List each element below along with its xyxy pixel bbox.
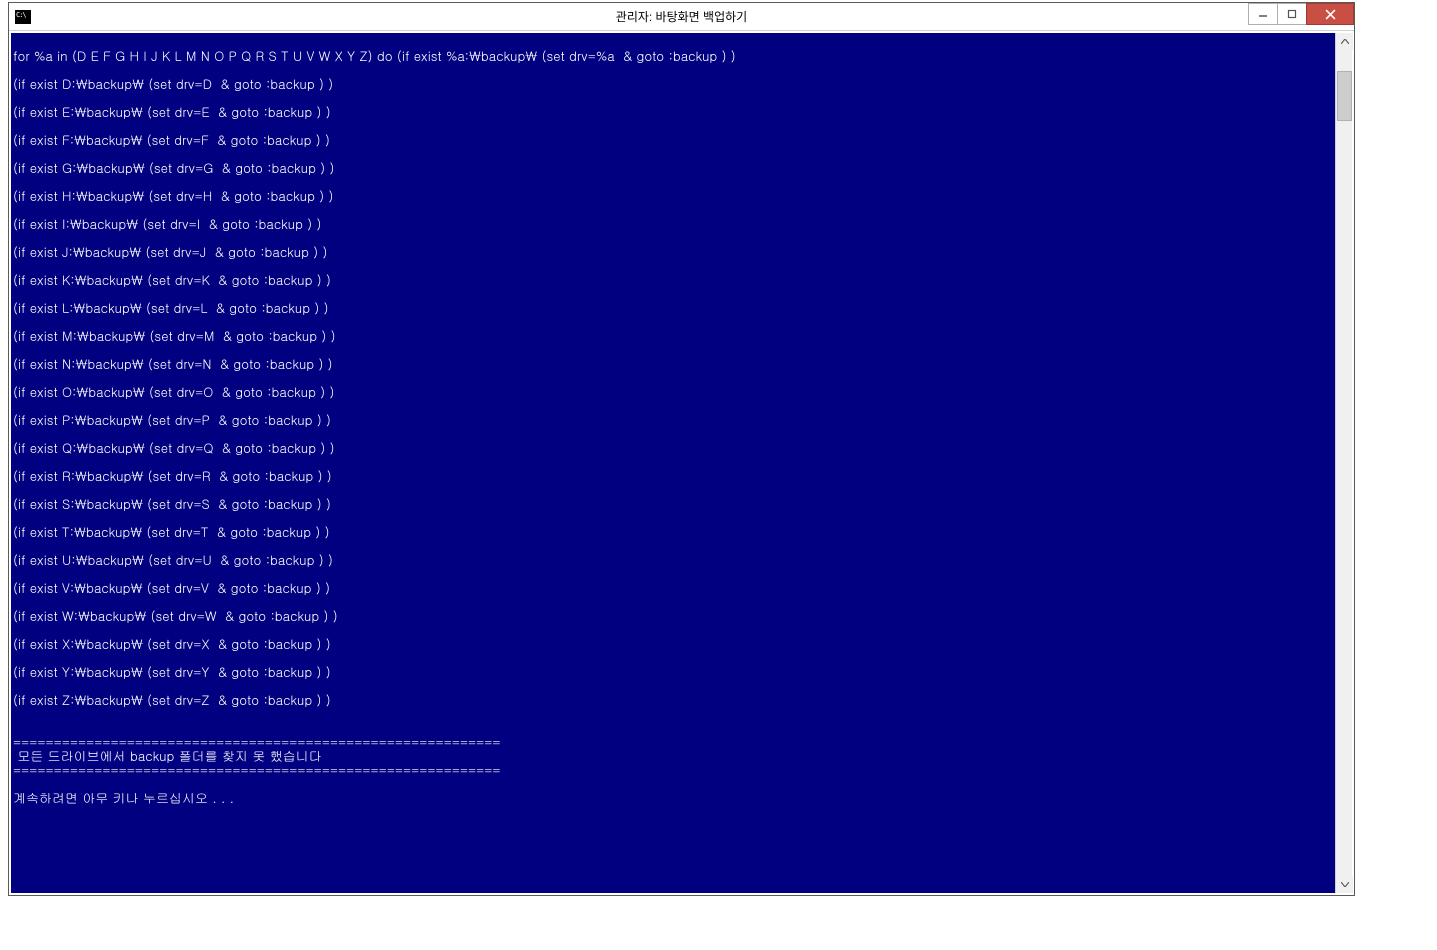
console-line: (if exist I:\backup\ (set drv=I & goto :… bbox=[13, 217, 1333, 231]
console-line: (if exist W:\backup\ (set drv=W & goto :… bbox=[13, 609, 1333, 623]
console-line: (if exist O:\backup\ (set drv=O & goto :… bbox=[13, 385, 1333, 399]
console-line: (if exist N:\backup\ (set drv=N & goto :… bbox=[13, 357, 1333, 371]
console-line: (if exist S:\backup\ (set drv=S & goto :… bbox=[13, 497, 1333, 511]
window-controls bbox=[1249, 3, 1354, 25]
console-line: (if exist E:\backup\ (set drv=E & goto :… bbox=[13, 105, 1333, 119]
maximize-button[interactable] bbox=[1277, 3, 1307, 25]
chevron-up-icon bbox=[1341, 39, 1349, 44]
close-button[interactable] bbox=[1306, 3, 1354, 25]
console-line: (if exist G:\backup\ (set drv=G & goto :… bbox=[13, 161, 1333, 175]
console-line: (if exist P:\backup\ (set drv=P & goto :… bbox=[13, 413, 1333, 427]
console-line: (if exist H:\backup\ (set drv=H & goto :… bbox=[13, 189, 1333, 203]
command-prompt-window: 관리자: 바탕화면 백업하기 for %a in (D E F G H I J … bbox=[8, 2, 1355, 896]
console-line: (if exist D:\backup\ (set drv=D & goto :… bbox=[13, 77, 1333, 91]
titlebar[interactable]: 관리자: 바탕화면 백업하기 bbox=[9, 3, 1354, 31]
window-title: 관리자: 바탕화면 백업하기 bbox=[616, 8, 747, 25]
console-line: ========================================… bbox=[13, 763, 1333, 777]
scroll-down-button[interactable] bbox=[1336, 876, 1353, 893]
console-line: (if exist V:\backup\ (set drv=V & goto :… bbox=[13, 581, 1333, 595]
chevron-down-icon bbox=[1341, 882, 1349, 887]
scroll-thumb[interactable] bbox=[1337, 71, 1352, 121]
console-line: 계속하려면 아무 키나 누르십시오 . . . bbox=[13, 791, 1333, 805]
console-output[interactable]: for %a in (D E F G H I J K L M N O P Q R… bbox=[11, 33, 1335, 893]
console-line: (if exist J:\backup\ (set drv=J & goto :… bbox=[13, 245, 1333, 259]
console-line: (if exist R:\backup\ (set drv=R & goto :… bbox=[13, 469, 1333, 483]
console-line: (if exist Z:\backup\ (set drv=Z & goto :… bbox=[13, 693, 1333, 707]
console-line: (if exist L:\backup\ (set drv=L & goto :… bbox=[13, 301, 1333, 315]
close-icon bbox=[1325, 9, 1336, 20]
maximize-icon bbox=[1287, 9, 1297, 19]
console-line bbox=[13, 707, 1333, 721]
console-line: (if exist F:\backup\ (set drv=F & goto :… bbox=[13, 133, 1333, 147]
console-line: (if exist M:\backup\ (set drv=M & goto :… bbox=[13, 329, 1333, 343]
console-line: for %a in (D E F G H I J K L M N O P Q R… bbox=[13, 49, 1333, 63]
console-line: (if exist T:\backup\ (set drv=T & goto :… bbox=[13, 525, 1333, 539]
console-line: (if exist U:\backup\ (set drv=U & goto :… bbox=[13, 553, 1333, 567]
console-line: (if exist Y:\backup\ (set drv=Y & goto :… bbox=[13, 665, 1333, 679]
vertical-scrollbar[interactable] bbox=[1335, 33, 1352, 893]
console-line: (if exist Q:\backup\ (set drv=Q & goto :… bbox=[13, 441, 1333, 455]
cmd-icon bbox=[15, 10, 31, 24]
client-area: for %a in (D E F G H I J K L M N O P Q R… bbox=[9, 31, 1354, 895]
minimize-icon bbox=[1258, 9, 1268, 19]
console-line: (if exist X:\backup\ (set drv=X & goto :… bbox=[13, 637, 1333, 651]
console-line: (if exist K:\backup\ (set drv=K & goto :… bbox=[13, 273, 1333, 287]
minimize-button[interactable] bbox=[1248, 3, 1278, 25]
scroll-up-button[interactable] bbox=[1336, 33, 1353, 50]
